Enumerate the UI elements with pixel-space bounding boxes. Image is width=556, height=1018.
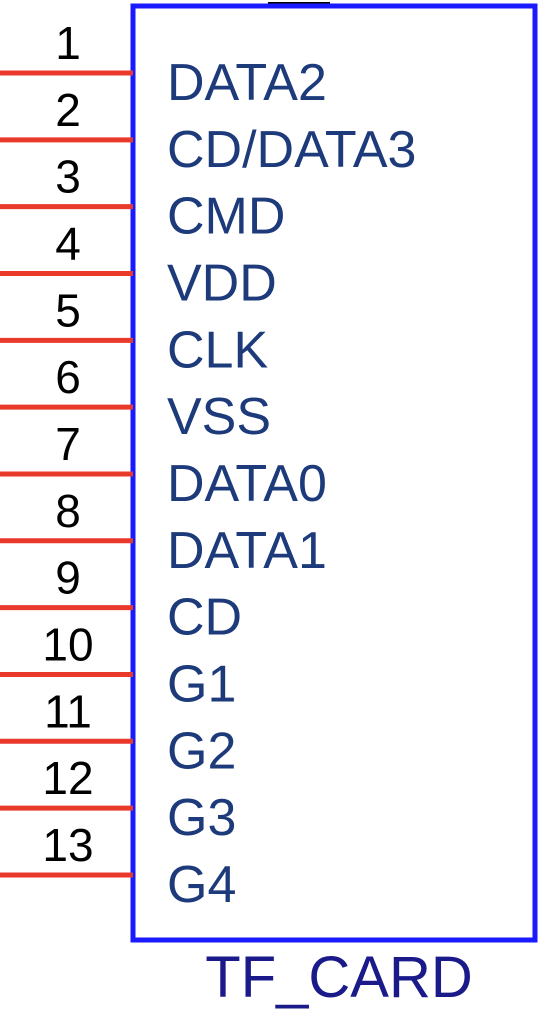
component-name: TF_CARD [205, 945, 472, 1010]
pin-number: 10 [42, 618, 93, 670]
pin-name: CD/DATA3 [167, 121, 416, 179]
pin-name: VSS [167, 388, 271, 446]
pin-name: DATA0 [167, 455, 327, 513]
pin-number: 2 [55, 84, 81, 136]
pin-number: 11 [44, 685, 92, 737]
pin-name: G1 [167, 655, 236, 713]
pin-name: CLK [167, 321, 268, 379]
pin-name: G2 [167, 722, 236, 780]
pin-number: 6 [55, 351, 81, 403]
pin-number: 5 [55, 284, 81, 336]
pin-name: VDD [167, 254, 277, 312]
pin-name: G3 [167, 789, 236, 847]
pin-1: 1 DATA2 [0, 17, 327, 112]
pin-name: CD [167, 589, 242, 647]
pin-number: 7 [55, 418, 81, 470]
pin-number: 1 [55, 17, 81, 69]
pin-name: DATA1 [167, 522, 327, 580]
pin-name: G4 [167, 856, 236, 914]
pin-number: 8 [55, 485, 81, 537]
pin-name: DATA2 [167, 54, 327, 112]
pin-number: 13 [42, 819, 93, 871]
pin-number: 4 [55, 217, 81, 269]
pin-number: 12 [42, 752, 93, 804]
pin-7: 7 DATA0 [0, 418, 327, 513]
tf-card-schematic-symbol: 1 DATA2 2 CD/DATA3 3 CMD 4 VDD 5 CLK 6 VSS 7 DATA0 8 DA… [0, 2, 538, 1010]
pin-number: 3 [55, 151, 81, 203]
pins-group: 1 DATA2 2 CD/DATA3 3 CMD 4 VDD 5 CLK 6 VSS 7 DATA0 8 DA… [0, 17, 416, 914]
pin-number: 9 [55, 552, 81, 604]
pin-name: CMD [167, 188, 285, 246]
